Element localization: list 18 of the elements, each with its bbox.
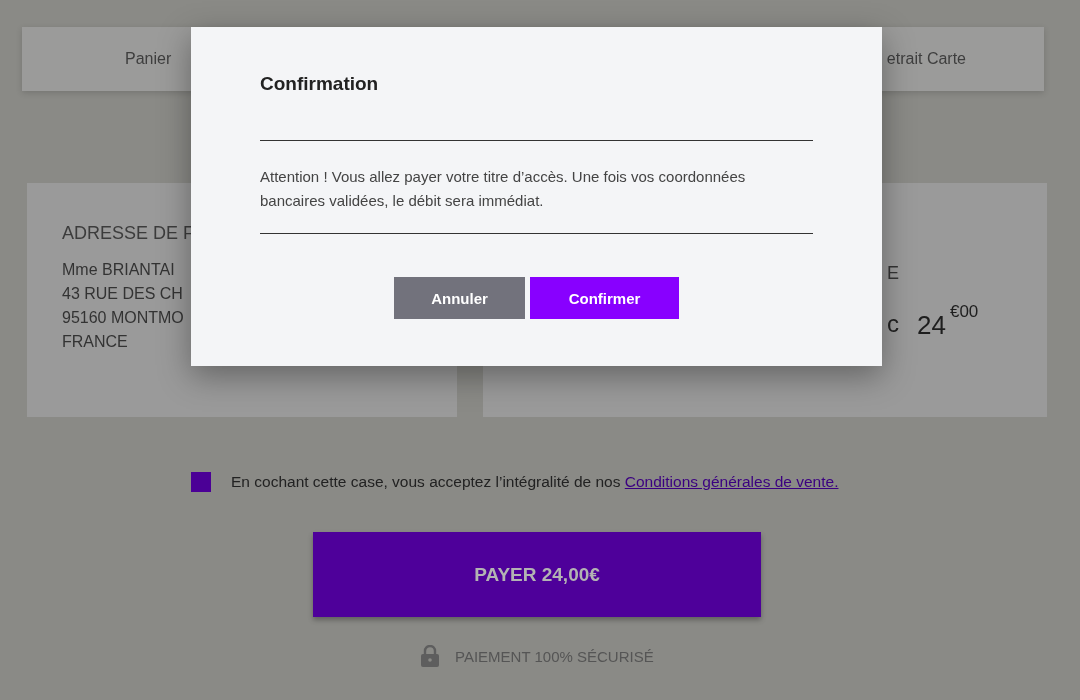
address-line: 95160 MONTMO <box>62 308 185 328</box>
price-cents: €00 <box>949 302 979 322</box>
summary-label: E <box>887 263 900 284</box>
terms-link[interactable]: Conditions générales de vente. <box>624 473 839 490</box>
lock-icon <box>421 645 439 667</box>
cancel-button[interactable]: Annuler <box>394 277 525 319</box>
price-amount: 24 <box>917 310 946 341</box>
nav-tab[interactable]: Panier <box>125 50 172 68</box>
pay-button[interactable]: PAYER 24,00€ <box>313 532 761 617</box>
terms-text: En cochant cette case, vous acceptez l’intégralité de nos Conditions générales de vente. <box>231 473 839 491</box>
address-line: Mme BRIANTAI <box>62 260 176 280</box>
price-label: c <box>887 310 899 338</box>
dialog-message: Attention ! Vous allez payer votre titre d’accès. Une fois vos coordonnées bancaires validées, le débit sera immédiat. <box>260 167 747 211</box>
dialog-title: Confirmation <box>260 73 380 95</box>
nav-tab[interactable]: etrait Carte <box>886 50 966 68</box>
address-line: FRANCE <box>62 332 129 352</box>
confirm-button[interactable]: Confirmer <box>530 277 679 319</box>
terms-checkbox[interactable] <box>191 472 211 492</box>
